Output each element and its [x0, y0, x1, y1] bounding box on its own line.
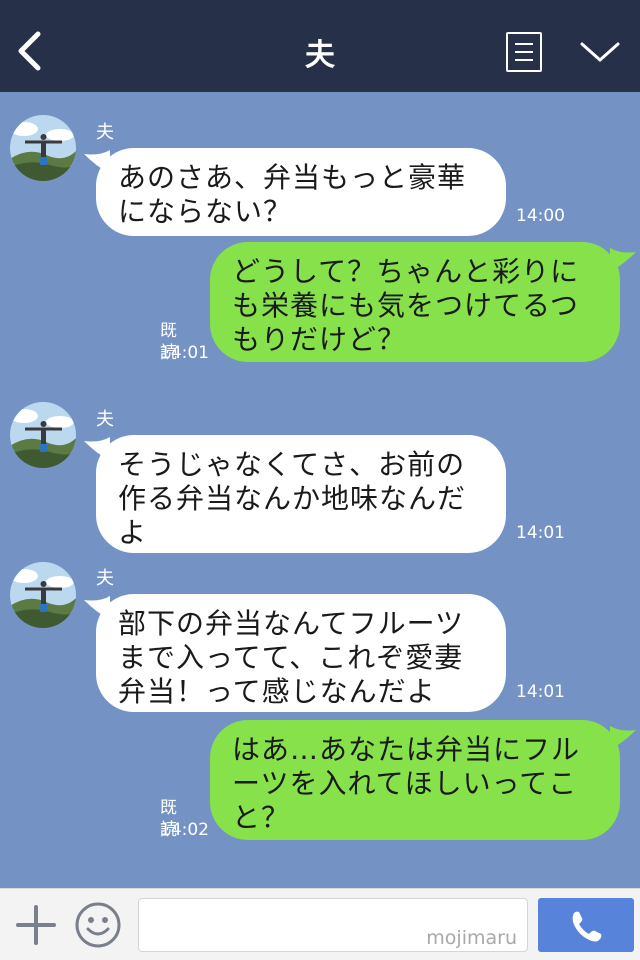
input-bar: mojimaru [0, 888, 640, 960]
phone-icon [572, 911, 602, 942]
message-line: にならない？ [118, 195, 293, 228]
message-input[interactable]: mojimaru [138, 898, 528, 952]
message-bubble[interactable]: そうじゃなくてさ、お前の 作る弁当なんか地味なんだ よ [96, 435, 506, 553]
avatar-image [10, 115, 76, 181]
chevron-down-icon [580, 42, 620, 62]
message-line: も栄養にも気をつけてるつ [232, 289, 579, 322]
timestamp: 14:01 [160, 343, 209, 363]
message-line: 作る弁当なんか地味なんだ [118, 482, 467, 515]
sender-name: 夫 [96, 568, 114, 589]
message-line: どうして？ちゃんと彩りに [232, 255, 580, 288]
message-line: そうじゃなくてさ、お前の [118, 448, 466, 481]
list-icon-line [515, 59, 533, 61]
list-icon-line [515, 51, 533, 53]
message-line: はあ…あなたは弁当にフル [232, 733, 581, 766]
timestamp: 14:01 [516, 523, 565, 543]
timestamp: 14:01 [516, 682, 565, 702]
message-bubble[interactable]: あのさあ、弁当もっと豪華 にならない？ [96, 148, 506, 236]
timestamp: 14:00 [516, 206, 565, 226]
message-bubble[interactable]: はあ…あなたは弁当にフル ーツを入れてほしいってこ と？ [210, 720, 620, 840]
plus-icon [16, 905, 56, 945]
message-line: もりだけど？ [232, 323, 407, 356]
menu-button[interactable] [506, 32, 542, 72]
message-bubble[interactable]: どうして？ちゃんと彩りに も栄養にも気をつけてるつ もりだけど？ [210, 242, 620, 362]
timestamp: 14:02 [160, 820, 209, 840]
collapse-button[interactable] [578, 36, 622, 66]
message-line: ーツを入れてほしいってこ [232, 767, 578, 800]
message-line: 部下の弁当なんてフルーツ [118, 607, 465, 640]
message-line: よ [118, 516, 148, 549]
avatar[interactable] [10, 115, 76, 181]
avatar[interactable] [10, 562, 76, 628]
message-line: 弁当！って感じなんだよ [118, 675, 436, 708]
sender-name: 夫 [96, 122, 114, 143]
call-button[interactable] [538, 898, 634, 952]
message-line: まで入ってて、これぞ愛妻 [118, 641, 464, 674]
emoji-button[interactable] [74, 901, 122, 949]
smiley-icon [75, 902, 121, 948]
chat-header: 夫 [0, 0, 640, 92]
plus-button[interactable] [14, 903, 58, 947]
sender-name: 夫 [96, 409, 114, 430]
watermark-text: mojimaru [426, 927, 517, 949]
message-bubble[interactable]: 部下の弁当なんてフルーツ まで入ってて、これぞ愛妻 弁当！って感じなんだよ [96, 594, 506, 712]
avatar[interactable] [10, 402, 76, 468]
avatar-image [10, 402, 76, 468]
avatar-image [10, 562, 76, 628]
message-line: あのさあ、弁当もっと豪華 [118, 161, 467, 194]
list-icon [515, 43, 533, 45]
chat-title: 夫 [305, 38, 335, 73]
message-line: と？ [232, 801, 291, 834]
